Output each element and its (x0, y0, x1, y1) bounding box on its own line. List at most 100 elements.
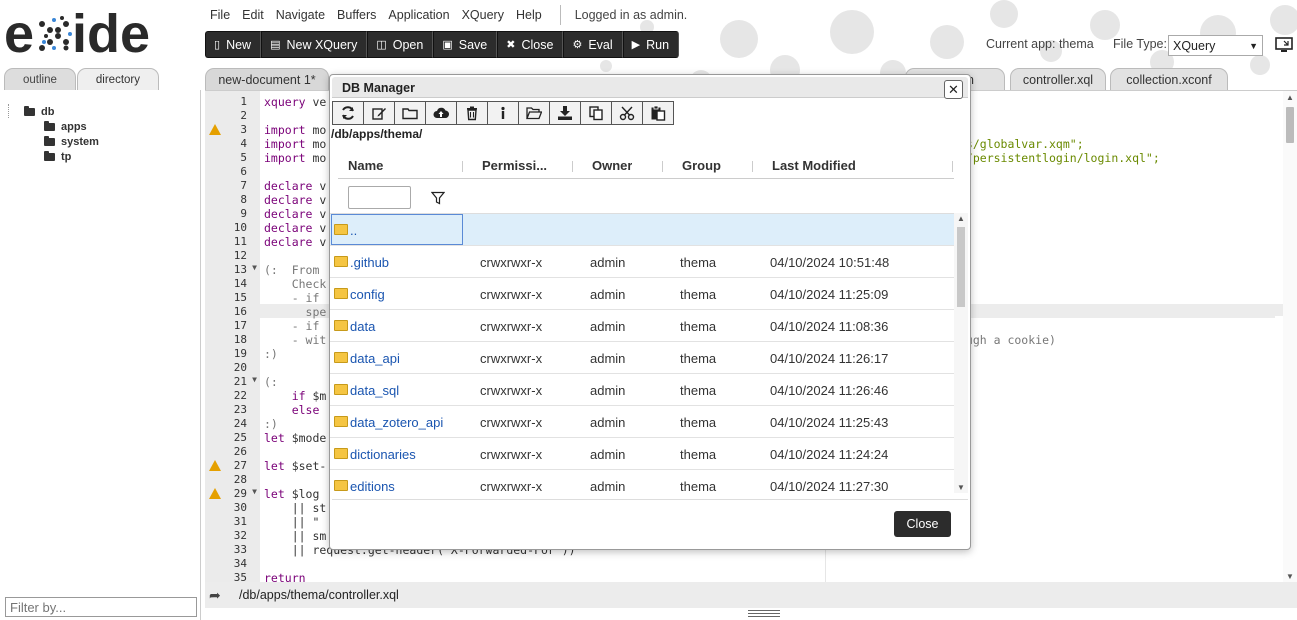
menu-xquery[interactable]: XQuery (456, 8, 510, 22)
collection-name[interactable]: dictionaries (350, 447, 416, 462)
tab-new-document[interactable]: new-document 1* (205, 68, 329, 90)
edit-button[interactable] (363, 101, 395, 125)
dialog-titlebar[interactable]: DB Manager ✕ (332, 77, 968, 99)
grid-scrollbar[interactable]: ▲ ▼ (954, 213, 968, 493)
new-xquery-button[interactable]: ▤ New XQuery (261, 31, 368, 58)
tab-collection-xconf[interactable]: collection.xconf (1110, 68, 1228, 90)
tree-node-tp[interactable]: tp (44, 149, 99, 164)
line-number: 21 ▼ (233, 375, 257, 388)
collection-row[interactable]: editions crwxrwxr-x admin thema 04/10/2024 1… (330, 470, 954, 493)
code-line: es/globalvar.xqm"; (959, 137, 1084, 151)
scroll-up-icon[interactable]: ▲ (957, 214, 965, 223)
scroll-down-icon[interactable]: ▼ (1286, 572, 1294, 581)
editor-scrollbar[interactable]: ▲ ▼ (1283, 91, 1297, 583)
trash-icon (467, 106, 477, 121)
code-line: if $m (291, 389, 327, 403)
refresh-button[interactable] (332, 101, 364, 125)
collection-name[interactable]: data_api (350, 351, 400, 366)
fold-toggle-icon[interactable]: ▼ (252, 375, 257, 384)
eval-button[interactable]: ⚙ Eval (563, 31, 623, 58)
filter-icon[interactable] (431, 191, 445, 205)
new-button[interactable]: ▯ New (205, 31, 262, 58)
cut-button[interactable] (611, 101, 643, 125)
collection-row[interactable]: config crwxrwxr-x admin thema 04/10/2024 11:… (330, 278, 954, 310)
cell-owner: admin (590, 287, 626, 302)
collection-name[interactable]: config (350, 287, 385, 302)
line-number: 15 (233, 291, 247, 304)
file-type-select[interactable]: XQuery ▼ (1168, 35, 1263, 56)
collection-row[interactable]: data_sql crwxrwxr-x admin thema 04/10/2024 1… (330, 374, 954, 406)
warning-icon[interactable] (209, 488, 221, 499)
scrollbar-thumb[interactable] (957, 227, 965, 307)
collection-name[interactable]: data_zotero_api (350, 415, 443, 430)
menu-file[interactable]: File (204, 8, 236, 22)
collection-row[interactable]: .github crwxrwxr-x admin thema 04/10/2024 10… (330, 246, 954, 278)
fold-toggle-icon[interactable]: ▼ (252, 263, 257, 272)
code-line: import mo (264, 137, 327, 151)
code-line: let $log (264, 487, 320, 501)
tree-filter-input[interactable] (5, 597, 197, 617)
cell-owner: admin (590, 415, 626, 430)
column-last-modified[interactable]: Last Modified (772, 158, 856, 173)
new-folder-button[interactable] (394, 101, 426, 125)
menu-help[interactable]: Help (510, 8, 548, 22)
menu-buffers[interactable]: Buffers (331, 8, 382, 22)
folder-icon (334, 384, 348, 395)
collection-row[interactable]: data_zotero_api crwxrwxr-x admin thema 04/10… (330, 406, 954, 438)
collection-row[interactable]: data_api crwxrwxr-x admin thema 04/10/2024 1… (330, 342, 954, 374)
cell-modified: 04/10/2024 11:27:30 (770, 479, 889, 493)
fullscreen-icon[interactable] (1275, 37, 1293, 53)
upload-button[interactable] (425, 101, 457, 125)
tree-node-system[interactable]: system (44, 134, 99, 149)
tab-controller-xql[interactable]: controller.xql (1010, 68, 1106, 90)
scroll-up-icon[interactable]: ▲ (1286, 93, 1294, 102)
column-owner[interactable]: Owner (592, 158, 632, 173)
menu-navigate[interactable]: Navigate (270, 8, 331, 22)
line-number: 12 (233, 249, 247, 262)
column-name[interactable]: Name (348, 158, 383, 173)
folder-icon (334, 480, 348, 491)
collection-name[interactable]: editions (350, 479, 395, 493)
copy-button[interactable] (580, 101, 612, 125)
dialog-close-icon[interactable]: ✕ (944, 80, 963, 99)
collection-name[interactable]: data_sql (350, 383, 399, 398)
tab-directory[interactable]: directory (76, 68, 159, 90)
tree-node-db[interactable]: db (24, 104, 99, 119)
save-button[interactable]: ▣ Save (433, 31, 498, 58)
share-arrow-icon[interactable]: ➦ (209, 587, 225, 604)
folder-open-icon: ◫ (376, 39, 387, 51)
collection-row[interactable]: dictionaries crwxrwxr-x admin thema 04/10/20… (330, 438, 954, 470)
warning-icon[interactable] (209, 124, 221, 135)
collection-name[interactable]: data (350, 319, 375, 334)
open-button-dialog[interactable] (518, 101, 550, 125)
menu-edit[interactable]: Edit (236, 8, 270, 22)
dialog-close-button[interactable]: Close (894, 511, 951, 537)
scrollbar-thumb[interactable] (1286, 107, 1294, 143)
run-button[interactable]: ▶ Run (622, 31, 680, 58)
name-filter-input[interactable] (348, 186, 411, 209)
collection-row[interactable]: data crwxrwxr-x admin thema 04/10/2024 11:08… (330, 310, 954, 342)
line-number: 2 (240, 109, 247, 122)
new-xquery-label: New XQuery (286, 37, 358, 52)
collection-row[interactable]: .. (330, 214, 954, 246)
download-button[interactable] (549, 101, 581, 125)
scroll-down-icon[interactable]: ▼ (957, 483, 965, 492)
file-icon: ▯ (214, 39, 221, 51)
download-icon (558, 106, 572, 120)
fold-toggle-icon[interactable]: ▼ (252, 487, 257, 496)
menu-application[interactable]: Application (382, 8, 455, 22)
line-number: 18 (233, 333, 247, 346)
paste-button[interactable] (642, 101, 674, 125)
warning-icon[interactable] (209, 460, 221, 471)
delete-button[interactable] (456, 101, 488, 125)
column-permissions[interactable]: Permissi... (482, 158, 554, 173)
tree-node-apps[interactable]: apps (44, 119, 99, 134)
collection-name[interactable]: .github (350, 255, 389, 270)
grid-rows: .. .github crwxrwxr-x admin thema 04/10/2024 … (330, 213, 954, 493)
column-group[interactable]: Group (682, 158, 721, 173)
tab-outline[interactable]: outline (4, 68, 76, 90)
open-button[interactable]: ◫ Open (367, 31, 434, 58)
close-button[interactable]: ✖ Close (497, 31, 564, 58)
resize-grip-icon[interactable] (748, 610, 780, 618)
info-button[interactable] (487, 101, 519, 125)
